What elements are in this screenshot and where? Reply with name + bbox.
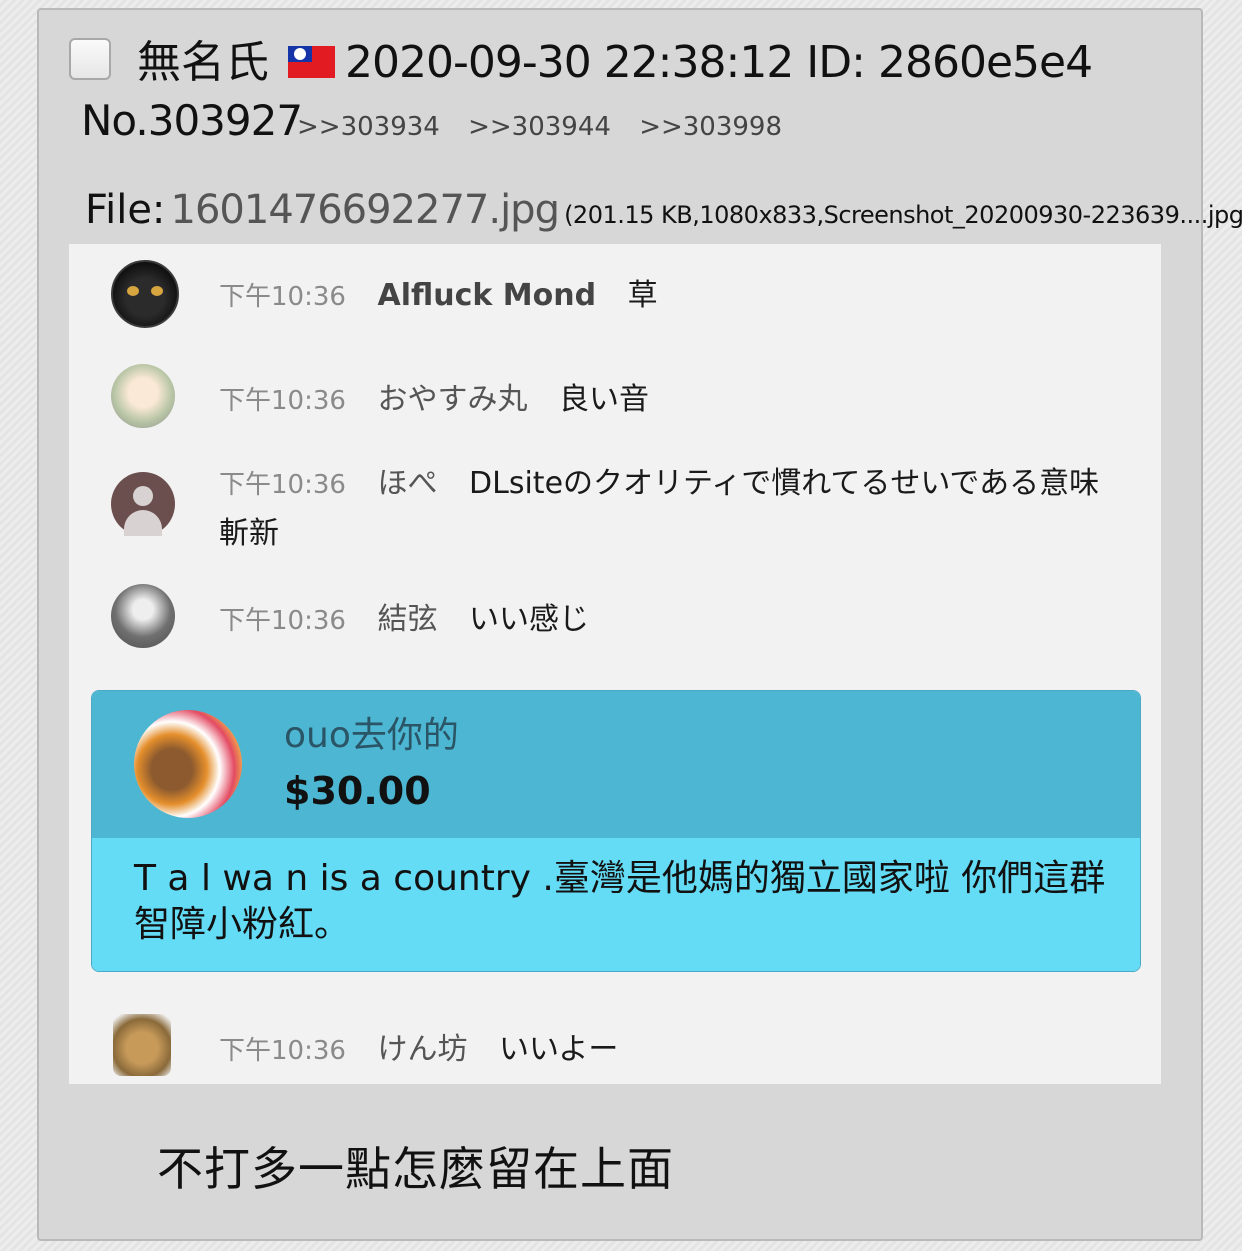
superchat-amount: $30.00: [284, 769, 431, 813]
reply-links: >>303934 >>303944 >>303998: [297, 110, 802, 144]
superchat-body: T a l wa n is a country .臺灣是他媽的獨立國家啦 你們這…: [92, 838, 1140, 971]
post-container: 無名氏 2020-09-30 22:38:12 ID: 2860e5e4 No.…: [37, 8, 1242, 1241]
message-author: 結弦: [377, 602, 438, 637]
reply-link[interactable]: >>303944: [468, 112, 611, 142]
attached-image[interactable]: 下午10:36 Alfluck Mond 草 下午10:36 おやすみ丸 良い音…: [69, 244, 1161, 1084]
message-author: ほぺ: [377, 466, 438, 501]
taiwan-flag-icon: [288, 46, 335, 78]
avatar: [111, 260, 179, 328]
file-meta: (201.15 KB,1080x833,Screenshot_20200930-…: [564, 201, 1242, 229]
reply-link[interactable]: >>303934: [297, 112, 440, 142]
message-time: 下午10:36: [219, 606, 346, 636]
avatar: [111, 364, 175, 428]
message-text: いいよー: [499, 1032, 619, 1067]
message-time: 下午10:36: [219, 386, 346, 416]
message-author: Alfluck Mond: [377, 278, 597, 313]
superchat-message: T a l wa n is a country .臺灣是他媽的獨立國家啦 你們這…: [134, 858, 1106, 945]
message-time: 下午10:36: [219, 282, 346, 312]
message-text: 草: [627, 278, 658, 313]
message-text: 良い音: [559, 382, 650, 417]
poster-name: 無名氏: [137, 37, 269, 88]
message-author: おやすみ丸: [377, 382, 528, 417]
file-label: File:: [85, 187, 166, 233]
avatar: [111, 472, 175, 536]
message-text-continued: 斬新: [219, 516, 279, 551]
superchat-header: ouo去你的 $30.00: [92, 691, 1140, 838]
superchat-author: ouo去你的: [284, 715, 459, 756]
select-checkbox[interactable]: [69, 38, 111, 80]
avatar: [111, 584, 175, 648]
message-time: 下午10:36: [219, 470, 346, 500]
file-info: File: 1601476692277.jpg (201.15 KB,1080x…: [85, 182, 1242, 246]
post-number[interactable]: No.303927: [81, 94, 303, 148]
file-link[interactable]: 1601476692277.jpg: [171, 187, 560, 233]
message-author: けん坊: [377, 1032, 468, 1067]
post-datetime-id: 2020-09-30 22:38:12 ID: 2860e5e4: [345, 37, 1093, 88]
avatar: [113, 1014, 171, 1076]
reply-link[interactable]: >>303998: [639, 112, 782, 142]
message-text: DLsiteのクオリティで慣れてるせいである意味: [469, 466, 1100, 501]
message-time: 下午10:36: [219, 1036, 346, 1066]
superchat-avatar: [134, 710, 242, 818]
message-text: いい感じ: [469, 602, 590, 637]
superchat-card: ouo去你的 $30.00 T a l wa n is a country .臺…: [91, 690, 1141, 972]
post-comment: 不打多一點怎麼留在上面: [157, 1142, 674, 1196]
